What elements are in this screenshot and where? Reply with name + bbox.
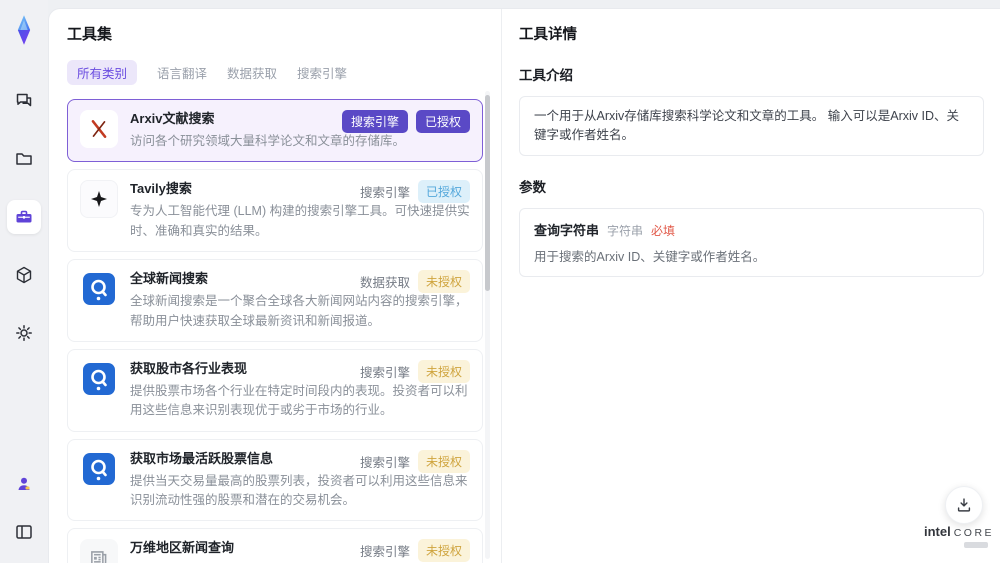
parameter-description: 用于搜索的Arxiv ID、关键字或作者姓名。 (534, 249, 766, 264)
sidebar-item-settings[interactable] (7, 316, 41, 350)
tool-description: 全球新闻搜索是一个聚合全球各大新闻网站内容的搜索引擎，帮助用户快速获取全球最新资… (130, 294, 468, 328)
tool-card-list: Arxiv文献搜索 访问各个研究领域大量科学论文和文章的存储库。 搜索引擎 已授… (67, 99, 483, 563)
intro-heading: 工具介绍 (519, 68, 573, 83)
tool-description: 专为人工智能代理 (LLM) 构建的搜索引擎工具。可快速提供实时、准确和真实的结… (130, 204, 470, 238)
status-badge: 未授权 (417, 359, 470, 383)
category-label: 搜索引擎 (359, 365, 410, 380)
tavily-star-icon (80, 180, 118, 219)
sidebar-item-projects[interactable] (7, 142, 41, 176)
gear-icon (14, 323, 34, 343)
user-icon (14, 474, 34, 494)
category-label: 搜索引擎 (359, 455, 410, 470)
intel-core-logo: intel CORE (923, 524, 995, 548)
left-sidebar (0, 0, 48, 563)
category-label: 搜索引擎 (359, 545, 410, 560)
panel-toggle-icon (14, 522, 34, 542)
status-badge: 未授权 (417, 539, 470, 563)
parameter-name: 查询字符串 (534, 222, 600, 238)
category-label: 数据获取 (359, 276, 410, 291)
parameter-item: 查询字符串 字符串 必填 用于搜索的Arxiv ID、关键字或作者姓名。 (519, 207, 984, 277)
intel-wordmark: intel (923, 524, 951, 539)
folder-icon (14, 149, 34, 169)
parameter-required-flag: 必填 (651, 223, 676, 238)
tool-description: 提供当天交易量最高的股票列表，投资者可以利用这些信息来识别流动性强的股票和潜在的… (130, 473, 468, 507)
status-badge: 已授权 (417, 180, 470, 204)
status-badge: 未授权 (417, 270, 470, 294)
blue-search-app-icon (80, 270, 118, 309)
category-label: 搜索引擎 (359, 186, 410, 201)
detail-title: 工具详情 (519, 27, 577, 43)
tool-description: 提供股票市场各个行业在特定时间段内的表现。投资者可以利用这些信息来识别表现优于或… (130, 383, 468, 418)
sidebar-item-toolbox[interactable] (7, 200, 41, 234)
arxiv-icon (80, 110, 118, 148)
blue-search-app-icon (80, 359, 118, 398)
download-tray-icon (955, 496, 973, 514)
sparkle-logo-icon (6, 12, 42, 48)
list-scrollbar-thumb[interactable] (485, 95, 490, 291)
tab-language-translation[interactable]: 语言翻译 (157, 60, 207, 85)
tool-list-column: 工具集 所有类别 语言翻译 数据获取 搜索引擎 Arxiv文献搜索 访问各个研究… (67, 23, 483, 563)
params-heading: 参数 (519, 179, 546, 195)
newspaper-icon (80, 539, 118, 563)
tool-card-most-active-stocks[interactable]: 获取市场最活跃股票信息 提供当天交易量最高的股票列表，投资者可以利用这些信息来识… (67, 438, 483, 522)
list-scrollbar (485, 91, 490, 559)
blue-search-app-icon (80, 449, 118, 488)
main-panel: 工具集 所有类别 语言翻译 数据获取 搜索引擎 Arxiv文献搜索 访问各个研究… (48, 8, 1000, 563)
cube-icon (14, 265, 34, 285)
chat-icon (14, 91, 34, 111)
tool-card-global-news-search[interactable]: 全球新闻搜索 全球新闻搜索是一个聚合全球各大新闻网站内容的搜索引擎，帮助用户快速… (67, 259, 483, 342)
toolbox-icon (14, 207, 34, 227)
tab-data-fetch[interactable]: 数据获取 (227, 60, 277, 85)
tab-search-engine[interactable]: 搜索引擎 (297, 60, 347, 85)
tool-card-arxiv[interactable]: Arxiv文献搜索 访问各个研究领域大量科学论文和文章的存储库。 搜索引擎 已授… (67, 99, 483, 163)
tool-description: 访问各个研究领域大量科学论文和文章的存储库。 (130, 134, 406, 148)
core-wordmark: CORE (953, 527, 995, 539)
panel-divider (501, 9, 502, 563)
category-badge: 搜索引擎 (341, 110, 408, 133)
sidebar-item-models[interactable] (7, 258, 41, 292)
tab-all-categories[interactable]: 所有类别 (67, 60, 138, 85)
intel-sub-mark (964, 542, 988, 548)
download-button[interactable] (945, 486, 983, 524)
sidebar-item-account[interactable] (7, 467, 41, 501)
intro-text-box: 一个用于从Arxiv存储库搜索科学论文和文章的工具。 输入可以是Arxiv ID… (519, 96, 984, 156)
page-title: 工具集 (67, 26, 113, 43)
tool-card-tavily[interactable]: Tavily搜索 专为人工智能代理 (LLM) 构建的搜索引擎工具。可快速提供实… (67, 169, 483, 253)
sidebar-item-chat[interactable] (7, 84, 41, 118)
parameter-type: 字符串 (607, 223, 644, 238)
status-badge: 已授权 (415, 110, 470, 133)
tool-card-regional-news[interactable]: 万维地区新闻查询 查询具体行政区划内的新闻，快速了解各地新闻动态。 搜索引擎 未… (67, 528, 483, 563)
tool-card-sector-performance[interactable]: 获取股市各行业表现 提供股票市场各个行业在特定时间段内的表现。投资者可以利用这些… (67, 348, 483, 432)
tool-detail-panel: 工具详情 工具介绍 一个用于从Arxiv存储库搜索科学论文和文章的工具。 输入可… (519, 23, 984, 563)
sidebar-item-collapse[interactable] (7, 515, 41, 549)
category-tabs: 所有类别 语言翻译 数据获取 搜索引擎 (67, 60, 483, 85)
status-badge: 未授权 (417, 449, 470, 473)
